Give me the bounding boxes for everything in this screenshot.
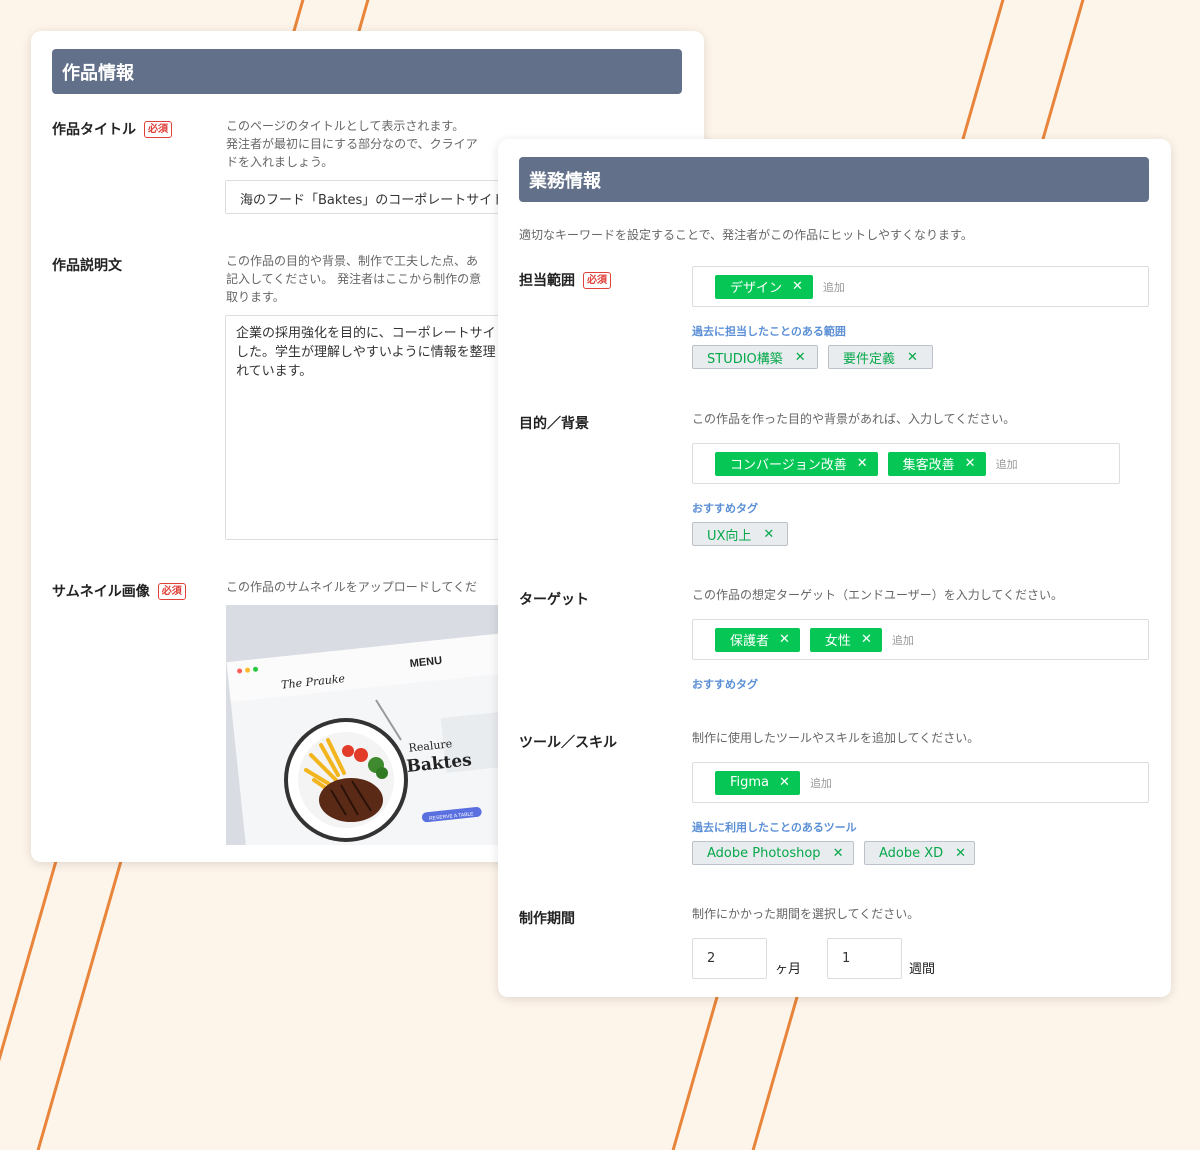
description-label: 作品説明文 — [52, 258, 122, 274]
thumbnail-illustration: The Prauke MENU Realure Baktes RESERVE A… — [226, 605, 526, 845]
target-tag-input[interactable]: 保護者 ✕ 女性 ✕ 追加 — [692, 619, 1149, 660]
tag-female: 女性 ✕ — [809, 627, 882, 652]
description-help: この作品の目的や背景、制作で工夫した点、あ 記入してください。 発注者はここから… — [226, 254, 482, 304]
months-unit: ヶ月 — [775, 962, 802, 977]
suggested-tag-ux[interactable]: UX向上 ✕ — [692, 522, 788, 546]
thumbnail-image[interactable]: The Prauke MENU Realure Baktes RESERVE A… — [226, 605, 526, 845]
section-title: 業務情報 — [529, 170, 601, 192]
section-title: 作品情報 — [62, 62, 134, 84]
period-help: 制作にかかった期間を選択してください。 — [692, 907, 920, 921]
scope-history-label: 過去に担当したことのある範囲 — [692, 325, 846, 338]
tools-history-label: 過去に利用したことのあるツール — [692, 821, 857, 834]
weeks-input[interactable]: 1 — [827, 938, 902, 979]
business-info-header: 業務情報 — [519, 157, 1149, 202]
tag-guardian: 保護者 ✕ — [715, 627, 800, 652]
tools-label: ツール／スキル — [519, 735, 617, 751]
suggested-tag-studio[interactable]: STUDIO構築 ✕ — [692, 345, 818, 369]
work-title-help: このページのタイトルとして表示されます。 発注者が最初に目にする部分なので、クラ… — [226, 119, 478, 169]
work-title-input[interactable]: 海のフード「Baktes」のコーポレートサイト — [225, 180, 545, 214]
suggested-tag-requirements[interactable]: 要件定義 ✕ — [828, 345, 933, 369]
target-help: この作品の想定ターゲット（エンドユーザー）を入力してください。 — [692, 588, 1064, 602]
period-label: 制作期間 — [519, 911, 575, 927]
work-title-label: 作品タイトル 必須 — [52, 119, 172, 139]
add-placeholder[interactable]: 追加 — [892, 632, 914, 648]
tag-design: デザイン ✕ — [715, 274, 813, 299]
tools-tag-input[interactable]: Figma ✕ 追加 — [692, 762, 1149, 803]
remove-tag-icon[interactable]: ✕ — [833, 846, 844, 861]
weeks-unit: 週間 — [909, 962, 936, 977]
tag-conversion: コンバージョン改善 ✕ — [715, 451, 878, 476]
intro-text: 適切なキーワードを設定することで、発注者がこの作品にヒットしやすくなります。 — [519, 228, 973, 242]
scope-tag-input[interactable]: デザイン ✕ 追加 — [692, 266, 1149, 307]
required-badge: 必須 — [583, 271, 611, 289]
purpose-tag-input[interactable]: コンバージョン改善 ✕ 集客改善 ✕ 追加 — [692, 443, 1120, 484]
remove-tag-icon[interactable]: ✕ — [857, 456, 868, 471]
remove-tag-icon[interactable]: ✕ — [965, 456, 976, 471]
add-placeholder[interactable]: 追加 — [810, 775, 832, 791]
remove-tag-icon[interactable]: ✕ — [792, 279, 803, 294]
remove-tag-icon[interactable]: ✕ — [763, 527, 774, 542]
tag-figma: Figma ✕ — [715, 770, 800, 795]
remove-tag-icon[interactable]: ✕ — [779, 632, 790, 647]
purpose-recommend-label: おすすめタグ — [692, 502, 758, 515]
add-placeholder[interactable]: 追加 — [996, 456, 1018, 472]
tag-acquisition: 集客改善 ✕ — [887, 451, 986, 476]
add-placeholder[interactable]: 追加 — [823, 279, 845, 295]
months-input[interactable]: 2 — [692, 938, 767, 979]
purpose-label: 目的／背景 — [519, 416, 589, 432]
remove-tag-icon[interactable]: ✕ — [907, 350, 918, 365]
description-textarea[interactable]: 企業の採用強化を目的に、コーポレートサイ した。学生が理解しやすいように情報を整… — [225, 315, 545, 540]
remove-tag-icon[interactable]: ✕ — [861, 632, 872, 647]
work-info-header: 作品情報 — [52, 49, 682, 94]
target-label: ターゲット — [519, 592, 589, 608]
business-info-card: 業務情報 適切なキーワードを設定することで、発注者がこの作品にヒットしやすくなり… — [498, 139, 1171, 997]
remove-tag-icon[interactable]: ✕ — [779, 775, 790, 790]
remove-tag-icon[interactable]: ✕ — [795, 350, 806, 365]
scope-label: 担当範囲 必須 — [519, 270, 611, 290]
suggested-tag-xd[interactable]: Adobe XD ✕ — [864, 841, 975, 865]
remove-tag-icon[interactable]: ✕ — [955, 846, 966, 861]
suggested-tag-photoshop[interactable]: Adobe Photoshop ✕ — [692, 841, 854, 865]
thumbnail-help: この作品のサムネイルをアップロードしてくだ — [226, 580, 478, 594]
thumbnail-label: サムネイル画像 必須 — [52, 581, 186, 601]
target-recommend-label: おすすめタグ — [692, 678, 758, 691]
purpose-help: この作品を作った目的や背景があれば、入力してください。 — [692, 412, 1016, 426]
tools-help: 制作に使用したツールやスキルを追加してください。 — [692, 731, 980, 745]
required-badge: 必須 — [157, 582, 186, 600]
required-badge: 必須 — [144, 120, 172, 138]
